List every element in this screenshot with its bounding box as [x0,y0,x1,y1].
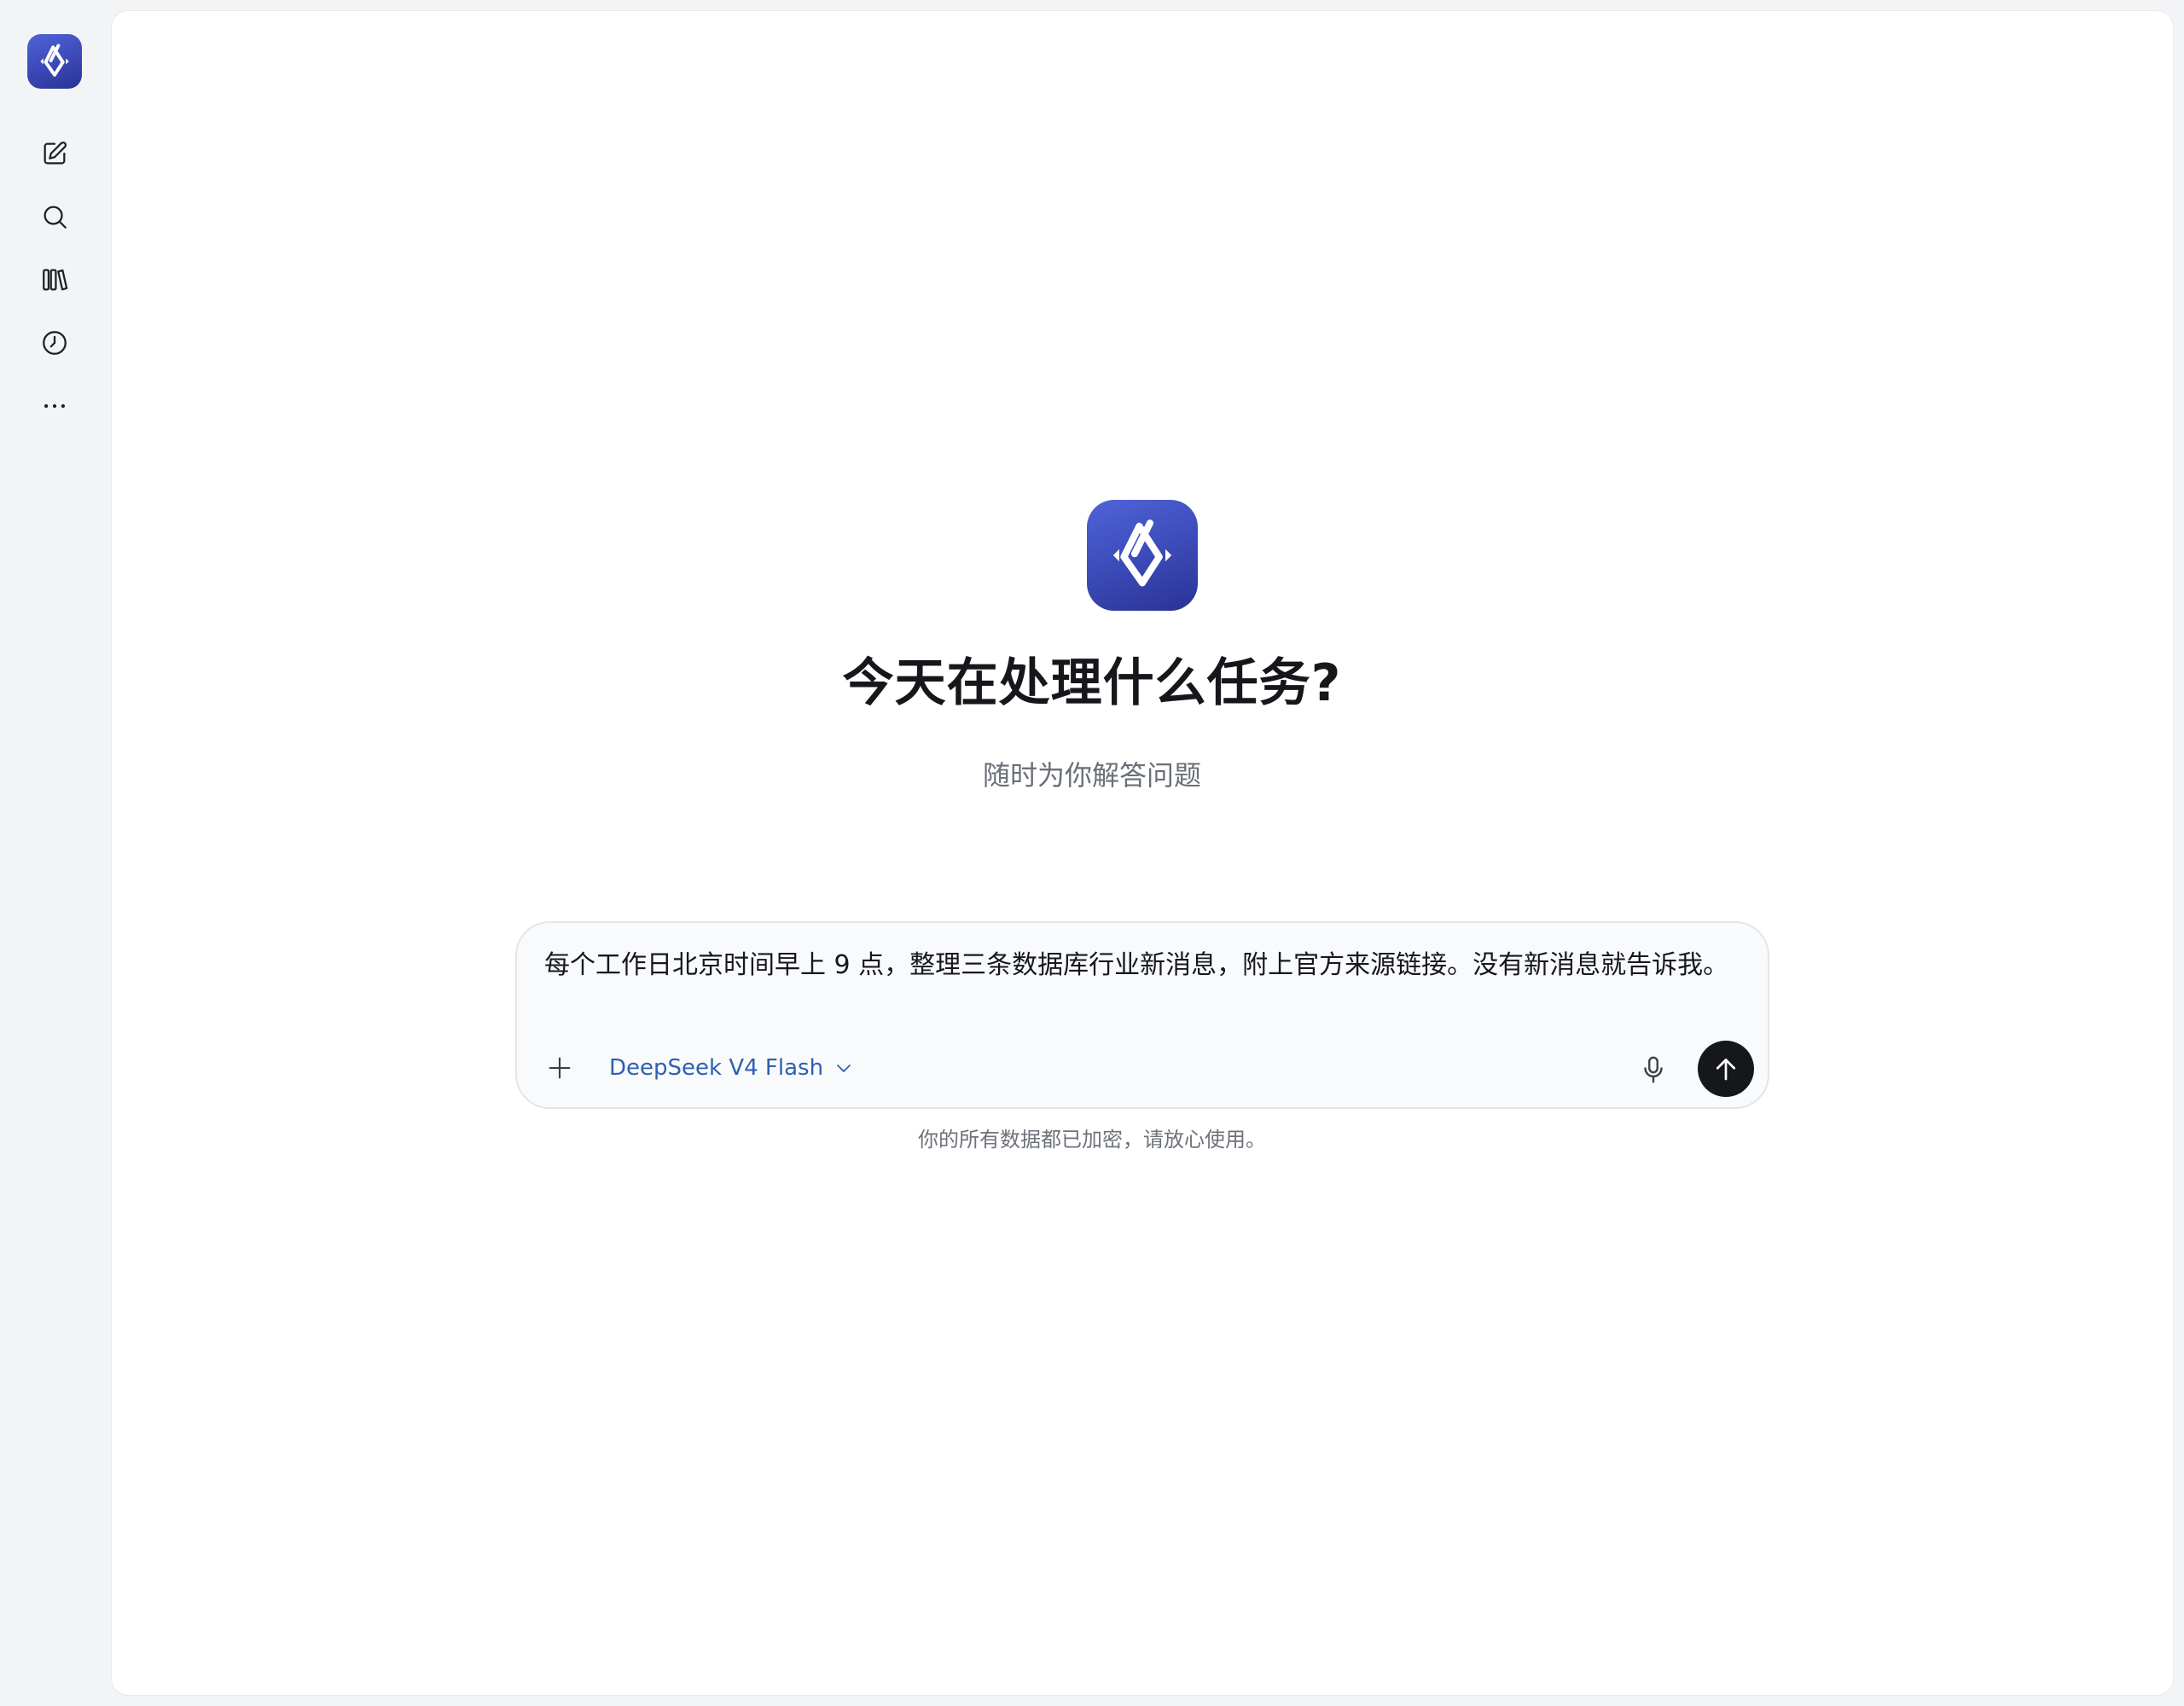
encryption-notice: 你的所有数据都已加密，请放心使用。 [918,1128,1266,1152]
chevron-down-icon [837,1065,851,1072]
hero-logo [1087,500,1198,611]
composer: 每个工作日北京时间早上 9 点，整理三条数据库行业新消息，附上官方来源链接。没有… [515,921,1769,1109]
message-input[interactable]: 每个工作日北京时间早上 9 点，整理三条数据库行业新消息，附上官方来源链接。没有… [544,945,1747,986]
sidebar [0,0,109,1706]
plus-icon [549,1057,571,1079]
new-chat-button[interactable] [31,130,78,177]
search-icon [44,206,67,229]
model-selector-label: DeepSeek V4 Flash [609,1055,824,1081]
model-selector[interactable]: DeepSeek V4 Flash [609,1042,854,1094]
search-button[interactable] [31,193,78,241]
app-logo[interactable] [27,34,82,89]
library-button[interactable] [31,256,78,304]
send-button[interactable] [1698,1041,1754,1097]
history-button[interactable] [31,319,78,367]
app-logo-icon [1112,519,1172,587]
main-panel [111,10,2174,1696]
more-button[interactable] [31,382,78,430]
edit-icon [44,141,67,165]
add-attachment-button[interactable] [537,1046,582,1090]
page-subtitle: 随时为你解答问题 [982,759,1201,792]
microphone-icon [1644,1056,1663,1083]
page-title: 今天在处理什么任务? [842,653,1342,713]
voice-input-button[interactable] [1631,1047,1676,1092]
library-icon [43,269,68,291]
arrow-up-icon [1716,1059,1736,1081]
app-logo-icon [40,44,69,77]
more-icon [44,403,66,409]
composer-toolbar: DeepSeek V4 Flash [537,1041,1754,1099]
clock-icon [43,331,67,355]
